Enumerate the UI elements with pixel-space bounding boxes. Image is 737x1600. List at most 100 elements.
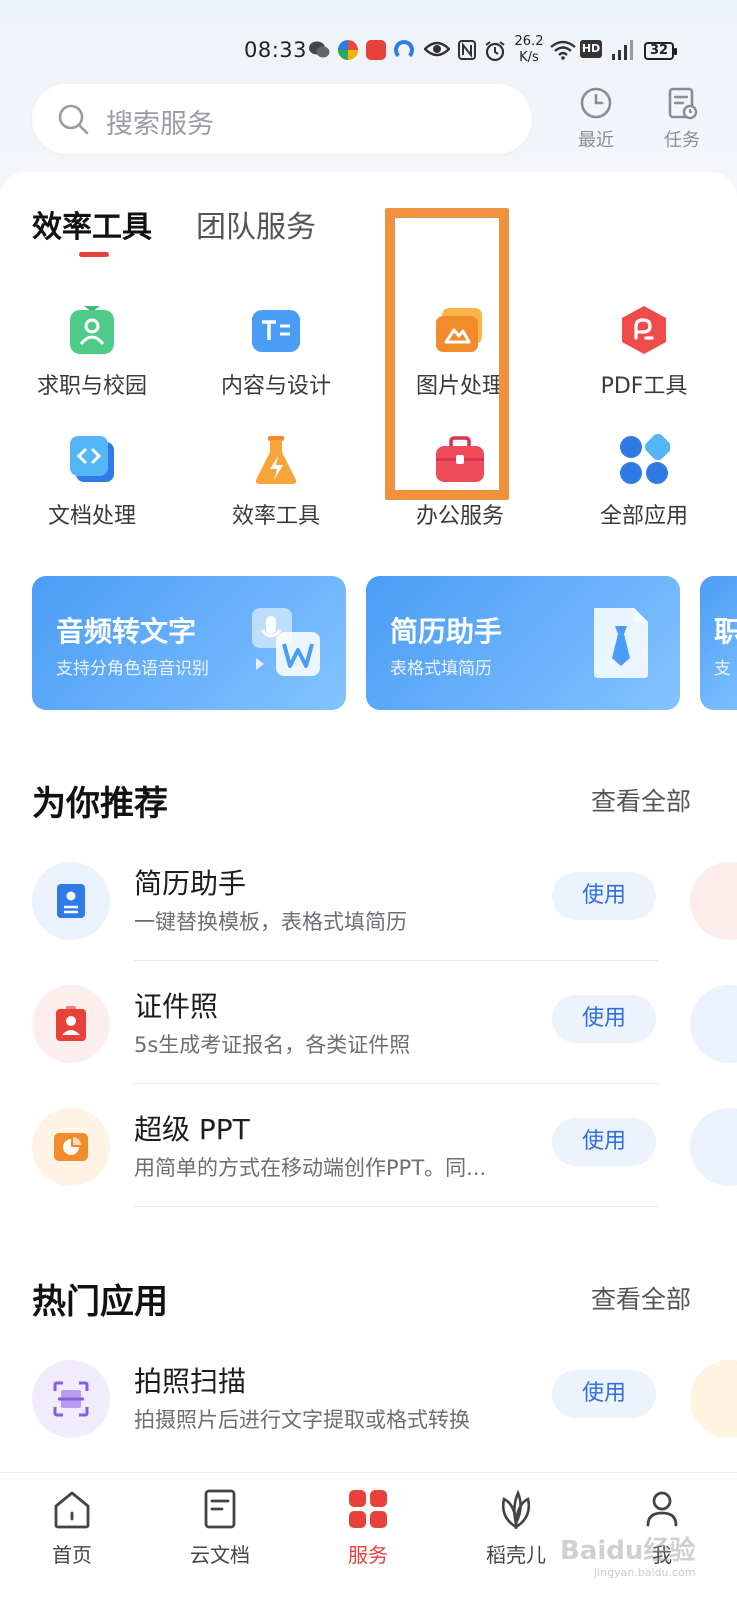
nav-label: 服务 (348, 1543, 388, 1567)
banner-peek[interactable]: 职 支 (700, 576, 737, 710)
wifi-icon (550, 40, 576, 60)
scan-icon (53, 1381, 89, 1417)
watermark-url: jingyan.baidu.com (594, 1566, 696, 1579)
list-item[interactable]: 证件照 5s生成考证报名，各类证件照 使用 (0, 985, 737, 1105)
item-title: 超级 PPT (134, 1113, 250, 1146)
peek-app-icon[interactable] (690, 1108, 737, 1186)
item-title: 证件照 (134, 990, 219, 1023)
item-description: 拍摄照片后进行文字提取或格式转换 (134, 1408, 470, 1432)
tool-campus[interactable]: 求职与校园 (0, 304, 184, 400)
text-design-icon (252, 310, 300, 352)
tool-label: 内容与设计 (220, 374, 331, 399)
nav-cloud-docs[interactable]: 云文档 (170, 1487, 270, 1568)
network-speed: 26.2 K/s (512, 34, 546, 66)
peek-app-icon[interactable] (690, 862, 737, 940)
item-title: 拍照扫描 (134, 1365, 247, 1398)
campus-icon (70, 306, 114, 354)
ppt-icon-bg (32, 1108, 110, 1186)
status-bar: 08:33 26.2 K/s HD 32 (0, 34, 737, 70)
tool-label: 效率工具 (231, 504, 320, 529)
item-description: 用简单的方式在移动端创作PPT。同... (134, 1156, 487, 1180)
banner-title: 职 (714, 615, 737, 648)
status-time: 08:33 (244, 38, 308, 62)
peek-app-icon[interactable] (690, 1360, 737, 1438)
recent-button[interactable]: 最近 (566, 86, 626, 152)
resume-tie-icon (594, 608, 648, 678)
nav-label: 首页 (52, 1543, 92, 1567)
profile-icon (646, 1491, 678, 1527)
pdf-icon (622, 306, 666, 354)
recommend-section-title: 为你推荐 (32, 784, 168, 824)
item-description: 一键替换模板，表格式填简历 (134, 910, 407, 934)
grid-apps-icon (620, 434, 670, 484)
tool-content-design[interactable]: 内容与设计 (184, 304, 368, 400)
cloud-doc-icon (204, 1489, 236, 1529)
watermark: Baidu经验 (560, 1536, 696, 1566)
nav-label: 云文档 (190, 1543, 250, 1567)
search-box[interactable]: 搜索服务 (32, 84, 532, 154)
battery-icon: 32 (644, 42, 677, 60)
banner-subtitle: 表格式填简历 (390, 659, 492, 679)
resume-icon (57, 884, 85, 918)
banner-title: 音频转文字 (56, 615, 197, 648)
hot-apps-section-title: 热门应用 (32, 1282, 168, 1322)
divider (134, 1206, 658, 1207)
nav-services[interactable]: 服务 (318, 1487, 418, 1568)
use-button[interactable]: 使用 (552, 995, 656, 1043)
tab-efficiency-tools[interactable]: 效率工具 (32, 202, 152, 246)
home-icon (54, 1491, 90, 1529)
use-button[interactable]: 使用 (552, 1118, 656, 1166)
tasks-label: 任务 (664, 130, 700, 151)
banner-title: 简历助手 (390, 615, 503, 648)
blue-app-notification-icon (394, 40, 414, 60)
list-item[interactable]: 拍照扫描 拍摄照片后进行文字提取或格式转换 使用 (0, 1360, 737, 1480)
wechat-icon (309, 41, 330, 58)
id-photo-icon (56, 1006, 86, 1041)
network-speed-unit: K/s (519, 50, 539, 65)
list-item[interactable]: 超级 PPT 用简单的方式在移动端创作PPT。同... 使用 (0, 1108, 737, 1228)
audio-to-word-icon (252, 608, 320, 676)
tool-pdf[interactable]: PDF工具 (552, 304, 736, 400)
highlight-annotation-box (385, 208, 509, 500)
banner-subtitle: 支持分角色语音识别 (56, 659, 209, 679)
banner-subtitle: 支 (714, 659, 731, 679)
banner-audio-to-text[interactable]: 音频转文字 支持分角色语音识别 (32, 576, 346, 710)
item-description: 5s生成考证报名，各类证件照 (134, 1033, 411, 1057)
tool-document-processing[interactable]: 文档处理 (0, 434, 184, 530)
tab-team-services[interactable]: 团队服务 (196, 202, 316, 246)
leaf-icon (501, 1489, 531, 1530)
clock-icon (580, 87, 612, 119)
list-item[interactable]: 简历助手 一键替换模板，表格式填简历 使用 (0, 862, 737, 982)
alarm-icon (485, 41, 505, 62)
signal-icon (612, 40, 633, 60)
nav-label: 稻壳儿 (486, 1543, 546, 1567)
item-title: 简历助手 (134, 867, 247, 900)
banner-resume-helper[interactable]: 简历助手 表格式填简历 (366, 576, 680, 710)
recommend-see-all-link[interactable]: 查看全部 (591, 782, 691, 818)
tool-label: PDF工具 (600, 374, 688, 399)
recent-label: 最近 (578, 130, 614, 151)
tool-label: 文档处理 (47, 504, 136, 529)
search-placeholder: 搜索服务 (106, 109, 214, 140)
nav-daokeer[interactable]: 稻壳儿 (466, 1487, 566, 1568)
flask-lightning-icon (255, 436, 297, 484)
services-icon (349, 1490, 387, 1528)
tool-efficiency[interactable]: 效率工具 (184, 434, 368, 530)
document-code-icon (70, 436, 114, 482)
tool-label: 办公服务 (415, 504, 504, 529)
app-notification-icon (338, 40, 358, 60)
id-photo-icon-bg (32, 985, 110, 1063)
tool-label: 求职与校园 (36, 374, 147, 399)
ppt-icon (54, 1133, 88, 1161)
hot-apps-see-all-link[interactable]: 查看全部 (591, 1280, 691, 1316)
divider (134, 960, 658, 961)
hd-icon: HD (580, 40, 602, 58)
eye-icon (424, 41, 450, 57)
tool-all-apps[interactable]: 全部应用 (552, 434, 736, 530)
use-button[interactable]: 使用 (552, 872, 656, 920)
tasks-button[interactable]: 任务 (652, 86, 712, 152)
nfc-icon (458, 40, 476, 60)
peek-app-icon[interactable] (690, 985, 737, 1063)
use-button[interactable]: 使用 (552, 1370, 656, 1418)
nav-home[interactable]: 首页 (22, 1487, 122, 1568)
